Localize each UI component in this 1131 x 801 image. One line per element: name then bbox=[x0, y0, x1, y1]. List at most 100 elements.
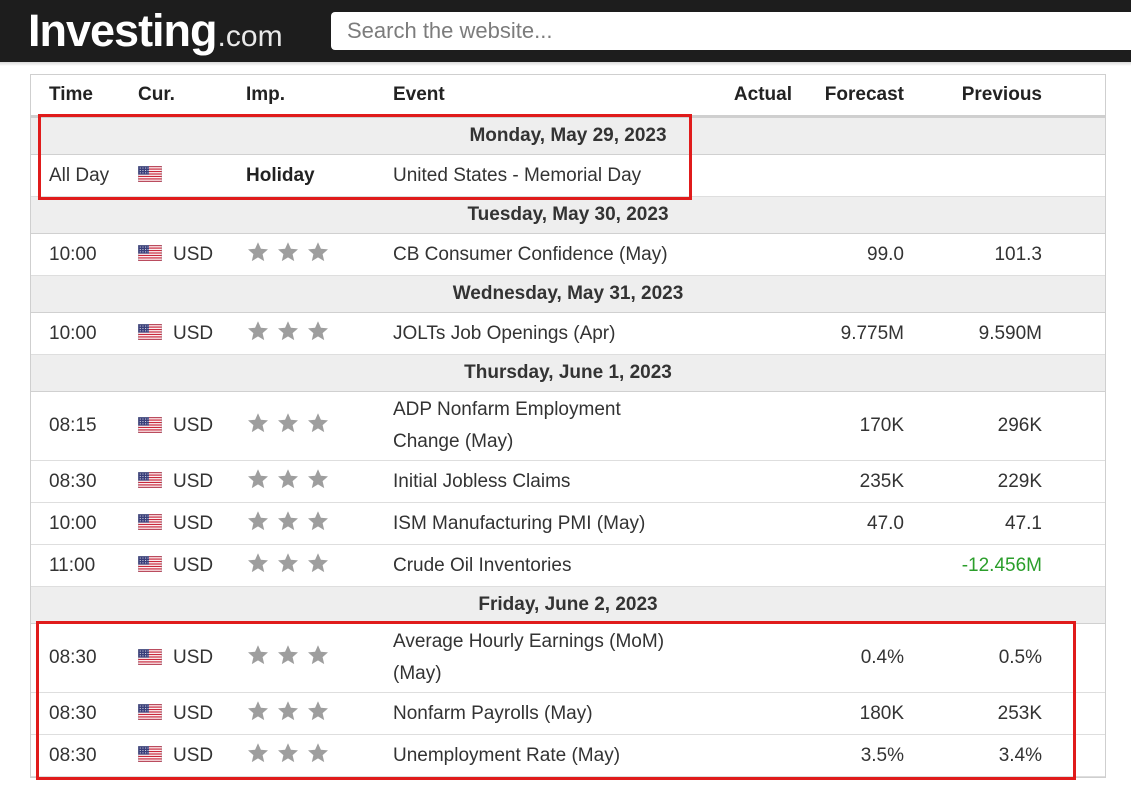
us-flag-icon bbox=[138, 245, 162, 262]
event-forecast: 235K bbox=[792, 460, 904, 503]
event-name-line: Change (May) bbox=[393, 431, 514, 452]
event-actual bbox=[693, 502, 792, 545]
event-previous bbox=[904, 154, 1042, 197]
event-forecast: 9.775M bbox=[792, 312, 904, 355]
row-spacer bbox=[1042, 460, 1105, 503]
event-name[interactable]: CB Consumer Confidence (May) bbox=[393, 233, 693, 276]
event-name[interactable]: United States - Memorial Day bbox=[393, 154, 693, 197]
event-name[interactable]: Crude Oil Inventories bbox=[393, 544, 693, 587]
event-time: 08:30 bbox=[31, 623, 138, 693]
currency-code: USD bbox=[173, 470, 214, 492]
col-header-importance[interactable]: Imp. bbox=[246, 75, 393, 118]
event-name[interactable]: JOLTs Job Openings (Apr) bbox=[393, 312, 693, 355]
event-row[interactable]: 10:00 USD ISM Manufacturing PMI (May) 47.0 4… bbox=[31, 502, 1105, 545]
col-header-spacer bbox=[1042, 75, 1105, 118]
event-forecast bbox=[792, 544, 904, 587]
event-time: 10:00 bbox=[31, 502, 138, 545]
day-header-row: Thursday, June 1, 2023 bbox=[31, 354, 1105, 392]
importance-stars bbox=[246, 319, 330, 343]
event-forecast: 3.5% bbox=[792, 734, 904, 777]
event-row[interactable]: All Day Holiday United States - Memorial D… bbox=[31, 154, 1105, 197]
star-icon bbox=[306, 643, 330, 667]
star-icon bbox=[306, 509, 330, 533]
star-icon bbox=[306, 319, 330, 343]
event-row[interactable]: 08:30 USD Average Hourly Earnings (MoM) (Ma… bbox=[31, 623, 1105, 693]
day-header-date: Monday, May 29, 2023 bbox=[31, 116, 1105, 155]
event-name-line: United States - Memorial Day bbox=[393, 164, 642, 186]
star-icon bbox=[276, 551, 300, 575]
event-name[interactable]: Initial Jobless Claims bbox=[393, 460, 693, 503]
event-time: 11:00 bbox=[31, 544, 138, 587]
star-icon bbox=[246, 741, 270, 765]
day-header-date: Tuesday, May 30, 2023 bbox=[31, 196, 1105, 234]
row-spacer bbox=[1042, 734, 1105, 777]
event-name[interactable]: ADP Nonfarm Employment Change (May) bbox=[393, 391, 693, 461]
search-input[interactable] bbox=[331, 12, 1131, 50]
row-spacer bbox=[1042, 312, 1105, 355]
event-row[interactable]: 10:00 USD CB Consumer Confidence (May) 99.0… bbox=[31, 233, 1105, 276]
col-header-forecast[interactable]: Forecast bbox=[792, 75, 904, 118]
importance-stars bbox=[246, 240, 330, 264]
event-actual bbox=[693, 623, 792, 693]
event-importance bbox=[246, 544, 393, 587]
importance-stars bbox=[246, 411, 330, 435]
event-forecast: 0.4% bbox=[792, 623, 904, 693]
event-time: 08:30 bbox=[31, 460, 138, 503]
currency-code: USD bbox=[173, 243, 214, 265]
event-forecast: 47.0 bbox=[792, 502, 904, 545]
event-previous: 47.1 bbox=[904, 502, 1042, 545]
star-icon bbox=[306, 699, 330, 723]
event-name[interactable]: ISM Manufacturing PMI (May) bbox=[393, 502, 693, 545]
event-currency: USD bbox=[138, 692, 246, 735]
importance-stars bbox=[246, 551, 330, 575]
currency-code: USD bbox=[173, 744, 214, 766]
star-icon bbox=[246, 643, 270, 667]
event-row[interactable]: 08:30 USD Unemployment Rate (May) 3.5% 3.4% bbox=[31, 734, 1105, 777]
col-header-time[interactable]: Time bbox=[31, 75, 138, 118]
event-forecast: 170K bbox=[792, 391, 904, 461]
calendar-body: Monday, May 29, 2023 All Day Holiday United… bbox=[31, 116, 1105, 777]
us-flag-icon bbox=[138, 514, 162, 531]
holiday-label: Holiday bbox=[246, 164, 315, 186]
event-importance bbox=[246, 233, 393, 276]
event-currency: USD bbox=[138, 391, 246, 461]
event-name-line: Initial Jobless Claims bbox=[393, 470, 571, 492]
col-header-previous[interactable]: Previous bbox=[904, 75, 1042, 118]
col-header-actual[interactable]: Actual bbox=[693, 75, 792, 118]
col-header-event[interactable]: Event bbox=[393, 75, 693, 118]
event-name-line: (May) bbox=[393, 663, 442, 684]
event-actual bbox=[693, 391, 792, 461]
event-previous: 229K bbox=[904, 460, 1042, 503]
event-forecast bbox=[792, 154, 904, 197]
event-time: All Day bbox=[31, 154, 138, 197]
event-actual bbox=[693, 734, 792, 777]
importance-stars bbox=[246, 643, 330, 667]
star-icon bbox=[306, 467, 330, 491]
header-shadow bbox=[0, 62, 1131, 66]
star-icon bbox=[276, 411, 300, 435]
col-header-currency[interactable]: Cur. bbox=[138, 75, 246, 118]
row-spacer bbox=[1042, 154, 1105, 197]
currency-code: USD bbox=[173, 512, 214, 534]
event-row[interactable]: 11:00 USD Crude Oil Inventories -12.456M bbox=[31, 544, 1105, 587]
economic-calendar: Time Cur. Imp. Event Actual Forecast Pre… bbox=[30, 74, 1106, 778]
event-row[interactable]: 10:00 USD JOLTs Job Openings (Apr) 9.775M 9.… bbox=[31, 312, 1105, 355]
event-name[interactable]: Unemployment Rate (May) bbox=[393, 734, 693, 777]
event-row[interactable]: 08:30 USD Initial Jobless Claims 235K 229K bbox=[31, 460, 1105, 503]
currency-code: USD bbox=[173, 415, 214, 436]
currency-code: USD bbox=[173, 322, 214, 344]
star-icon bbox=[246, 509, 270, 533]
event-currency: USD bbox=[138, 502, 246, 545]
day-header-row: Monday, May 29, 2023 bbox=[31, 116, 1105, 155]
event-actual bbox=[693, 460, 792, 503]
event-name[interactable]: Average Hourly Earnings (MoM) (May) bbox=[393, 623, 693, 693]
event-previous: 9.590M bbox=[904, 312, 1042, 355]
event-row[interactable]: 08:15 USD ADP Nonfarm Employment Change (Ma… bbox=[31, 391, 1105, 461]
site-logo[interactable]: Investing .com bbox=[28, 4, 283, 58]
importance-stars bbox=[246, 741, 330, 765]
event-forecast: 180K bbox=[792, 692, 904, 735]
event-name[interactable]: Nonfarm Payrolls (May) bbox=[393, 692, 693, 735]
event-row[interactable]: 08:30 USD Nonfarm Payrolls (May) 180K 253K bbox=[31, 692, 1105, 735]
event-actual bbox=[693, 154, 792, 197]
event-name-line: ISM Manufacturing PMI (May) bbox=[393, 512, 646, 534]
